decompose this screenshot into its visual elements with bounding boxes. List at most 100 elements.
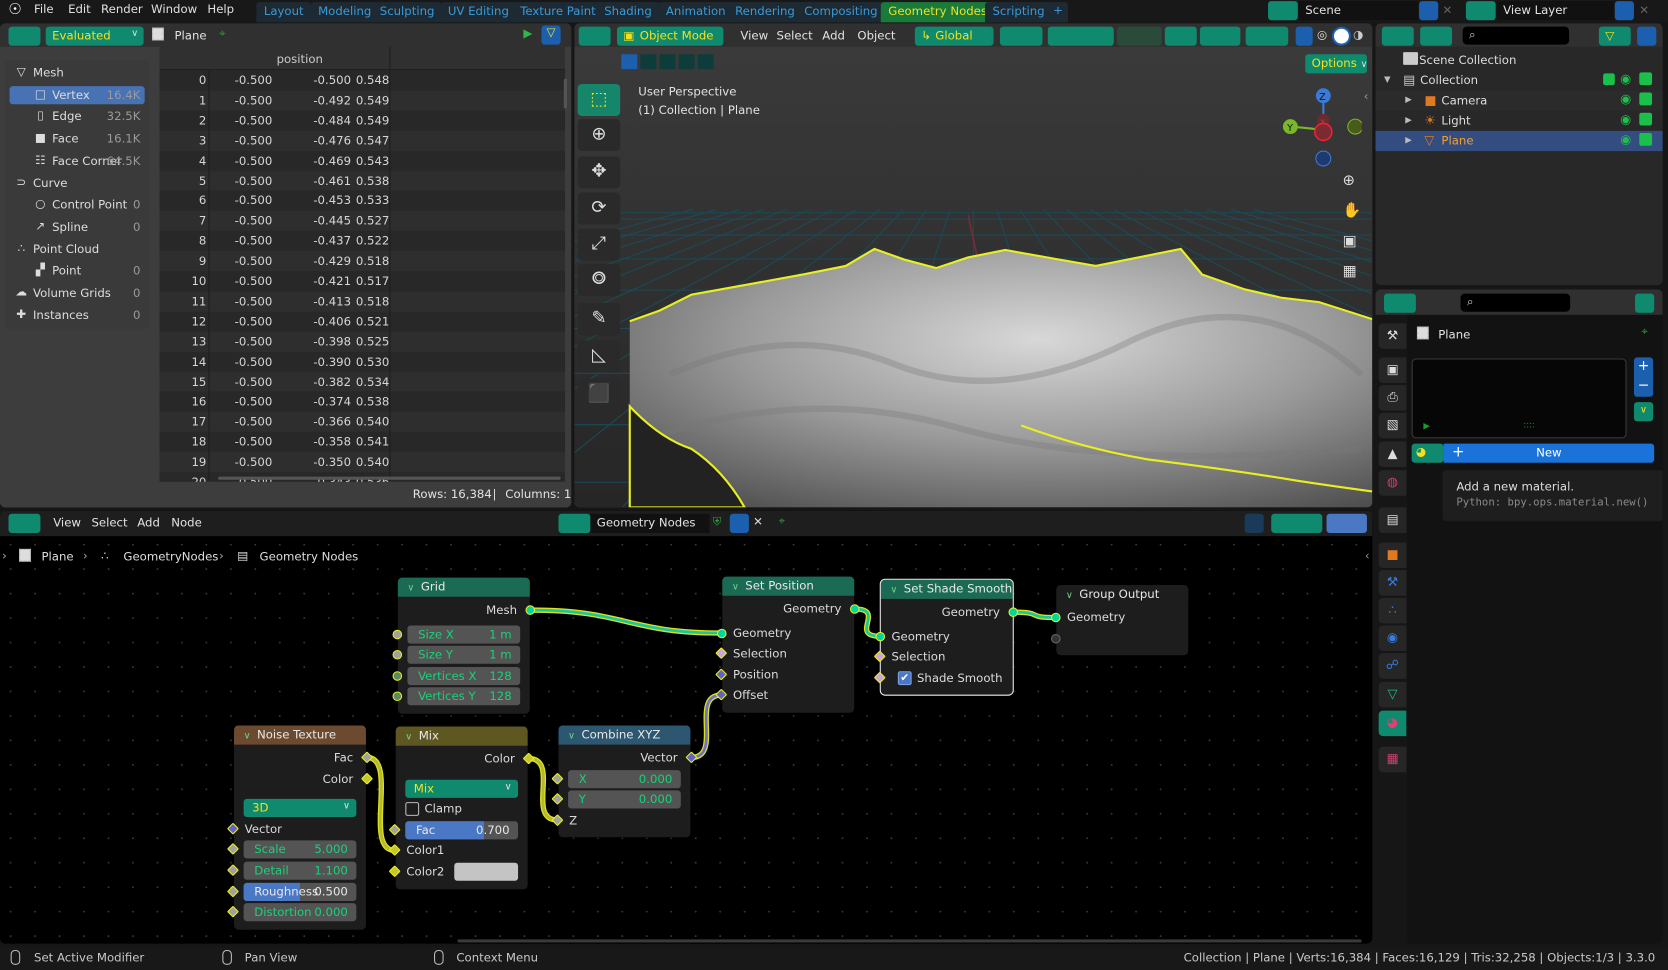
domain-edge[interactable]: ▯ Edge 32.5K	[10, 108, 145, 126]
socket-empty[interactable]	[1051, 633, 1061, 644]
socket-float[interactable]	[226, 884, 239, 897]
chevron-down-icon[interactable]: ∨	[405, 732, 412, 743]
tab-data-icon[interactable]: ▽	[1378, 681, 1407, 708]
select-extend-icon[interactable]	[640, 54, 657, 70]
wireframe-shading-icon[interactable]: ◎	[1317, 28, 1327, 42]
material-slot-list[interactable]: ▶ ::::	[1411, 358, 1627, 439]
view-layer-field[interactable]: View Layer	[1496, 1, 1614, 21]
tab-texture-icon[interactable]: ▦	[1378, 746, 1407, 773]
tab-scripting[interactable]: Scripting	[985, 2, 1052, 23]
field-distortion[interactable]: Distortion 0.000	[243, 903, 357, 922]
add-remove-slot-button[interactable]: + −	[1633, 357, 1654, 397]
domain-face[interactable]: ■ Face 16.1K	[10, 130, 145, 148]
expand-icon[interactable]: ▶	[1405, 115, 1412, 125]
camera-view-icon[interactable]: ▣	[1342, 233, 1356, 250]
selected-only-icon[interactable]: ▶	[523, 27, 532, 41]
tab-world-icon[interactable]: ◍	[1378, 470, 1407, 496]
domain-point-cloud[interactable]: ∴ Point Cloud	[10, 240, 145, 258]
socket-vec[interactable]	[685, 751, 698, 764]
menu-window[interactable]: Window	[151, 2, 197, 16]
field-fac[interactable]: Fac 0.700	[405, 821, 519, 840]
visibility-eye-icon[interactable]: ◉	[1620, 91, 1631, 106]
tab-geometry-nodes[interactable]: Geometry Nodes	[880, 2, 995, 23]
socket-color[interactable]	[388, 844, 401, 857]
3d-viewport[interactable]: ▣ Object Mode View Select Add Object ↳ Global…	[574, 23, 1373, 508]
node-setpos[interactable]: ∨ Set Position Geometry Geometry Selection Po…	[715, 576, 860, 713]
outliner-item-plane[interactable]: ▶ ▽ Plane ◉	[1375, 130, 1663, 151]
slot-specials-button[interactable]: ∨	[1633, 402, 1654, 422]
solid-shading-icon[interactable]	[1333, 28, 1349, 44]
node-noise[interactable]: ∨ Noise Texture Fac Color 3D ∨ Vector Scale 5.00…	[226, 725, 374, 930]
zoom-icon[interactable]: ⊕	[1342, 172, 1354, 189]
browse-material-button[interactable]: ◕	[1411, 443, 1444, 463]
menu-render[interactable]: Render	[101, 2, 143, 16]
pivot-icon[interactable]	[999, 26, 1043, 46]
menu-file[interactable]: File	[34, 2, 54, 16]
tab-constraints-icon[interactable]: ☍	[1378, 653, 1407, 679]
field-vertices-y[interactable]: Vertices Y 128	[407, 687, 521, 706]
socket-float[interactable]	[226, 864, 239, 877]
node-header[interactable]: ∨ Combine XYZ	[558, 725, 691, 745]
domain-control-point[interactable]: ○ Control Point 0	[10, 196, 145, 214]
menu-select[interactable]: Select	[777, 29, 813, 43]
node-header[interactable]: ∨ Mix	[395, 726, 528, 746]
select-subtract-icon[interactable]	[659, 54, 676, 70]
render-camera-icon[interactable]	[1639, 132, 1653, 146]
socket-geo[interactable]	[875, 631, 886, 642]
add-cube-icon[interactable]: ⬛	[577, 378, 621, 411]
object-mode-dropdown[interactable]: ▣ Object Mode	[616, 26, 724, 46]
tab-scene-icon[interactable]: ▲	[1378, 441, 1407, 467]
socket-int[interactable]	[392, 671, 403, 681]
checkbox-shade-smooth[interactable]: ✔	[897, 671, 912, 685]
socket-float[interactable]	[551, 772, 564, 785]
node-header[interactable]: ∨ Set Shade Smooth	[880, 579, 1013, 599]
field-roughness[interactable]: Roughness 0.500	[243, 882, 357, 901]
ortho-grid-icon[interactable]: ▦	[1342, 263, 1356, 280]
view-layer-selector-icon[interactable]	[1465, 1, 1496, 21]
editor-type-icon[interactable]	[578, 26, 611, 46]
tab-shading[interactable]: Shading	[596, 2, 660, 23]
checkbox-clamp[interactable]	[405, 802, 420, 817]
expand-icon[interactable]: ▶	[1423, 421, 1430, 431]
sidebar-toggle-icon[interactable]: ‹	[1365, 549, 1370, 563]
blender-logo-icon[interactable]: ☉	[9, 1, 22, 18]
node-groupout[interactable]: ∨ Group Output Geometry	[1051, 585, 1189, 656]
field-x[interactable]: X 0.000	[568, 769, 681, 788]
tab-collection-icon[interactable]: ▤	[1378, 507, 1407, 533]
xray-icon[interactable]	[1295, 26, 1313, 46]
new-collection-button[interactable]	[1637, 26, 1657, 46]
tab-layout[interactable]: Layout	[256, 2, 312, 23]
menu-edit[interactable]: Edit	[68, 2, 91, 16]
socket-float[interactable]	[360, 751, 374, 764]
socket-geo[interactable]	[525, 605, 536, 615]
view-layer-icon[interactable]	[1420, 26, 1453, 46]
new-material-button[interactable]: + New	[1443, 443, 1655, 463]
socket-float[interactable]	[551, 793, 564, 806]
color-swatch[interactable]	[454, 862, 519, 881]
select-intersect-icon[interactable]	[697, 54, 714, 70]
select-box-icon[interactable]: ⬚	[577, 84, 621, 116]
node-header[interactable]: ∨ Noise Texture	[234, 725, 366, 745]
transform-orientation-dropdown[interactable]: ↳ Global	[914, 26, 994, 46]
add-workspace-button[interactable]: +	[1047, 2, 1069, 23]
domain-face-corner[interactable]: ☷ Face Corner 64.5K	[10, 152, 145, 170]
dropdown[interactable]: Mix ∨	[405, 779, 519, 798]
render-camera-icon[interactable]	[1639, 112, 1653, 126]
display-mode-icon[interactable]	[1381, 26, 1414, 46]
chevron-down-icon[interactable]: ∨	[568, 731, 575, 742]
vertical-scrollbar[interactable]	[563, 78, 567, 109]
sidebar-toggle-icon[interactable]: ‹	[1364, 89, 1369, 103]
scene-name-field[interactable]: Scene	[1298, 1, 1419, 21]
navigation-gizmo[interactable]: Z Y X	[1277, 82, 1362, 167]
proportional-edit-icon[interactable]	[1116, 26, 1162, 46]
render-camera-icon[interactable]	[1639, 92, 1653, 106]
scene-selector-icon[interactable]	[1268, 1, 1298, 21]
socket-geo[interactable]	[849, 604, 860, 614]
options-dropdown[interactable]: Options ∨	[1305, 54, 1368, 74]
node-smooth[interactable]: ∨ Set Shade Smooth Geometry Geometry Selecti…	[873, 578, 1019, 697]
socket-bool[interactable]	[873, 671, 886, 684]
tab-material-icon[interactable]: ◕	[1378, 710, 1407, 737]
socket-color[interactable]	[360, 772, 374, 785]
tab-texture-paint[interactable]: Texture Paint	[512, 2, 604, 23]
rotate-icon[interactable]: ⟳	[577, 192, 621, 225]
